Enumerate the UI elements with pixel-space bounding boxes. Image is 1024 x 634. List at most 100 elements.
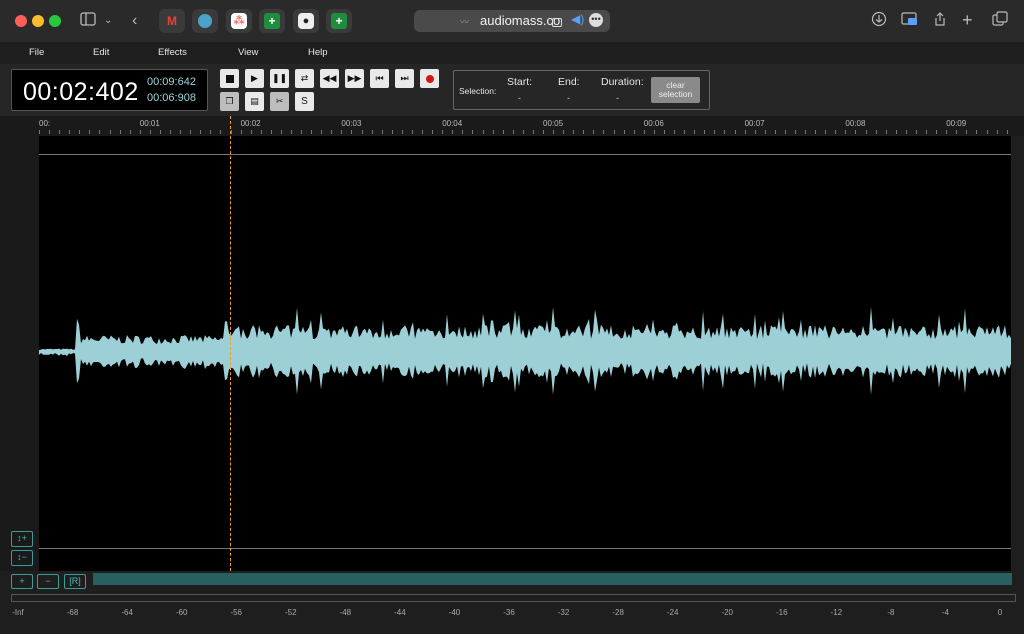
more-options-icon[interactable]: •••: [589, 13, 603, 27]
sidebar-icon[interactable]: [80, 11, 96, 31]
timeline-tick: [755, 130, 756, 134]
timeline-tick: [372, 130, 373, 134]
menu-edit[interactable]: Edit: [93, 47, 109, 58]
menu-file[interactable]: File: [29, 47, 44, 58]
zoom-out-button[interactable]: −: [37, 574, 59, 589]
pause-button[interactable]: ❚❚: [270, 69, 289, 88]
meter-label: -52: [284, 608, 297, 617]
timeline-tick: [785, 130, 786, 134]
scissors-icon: ✂: [275, 96, 284, 106]
time-ruler[interactable]: 00: 00:01 00:02 00:03 00:04 00:05 00:06 00:07 00…: [0, 116, 1024, 136]
waveform: [39, 306, 1011, 395]
download-icon[interactable]: [871, 11, 887, 32]
timeline-tick: [866, 130, 867, 134]
menu-help[interactable]: Help: [308, 47, 328, 58]
meter-label: -40: [448, 608, 461, 617]
record-button[interactable]: [420, 69, 439, 88]
stop-icon: [225, 74, 234, 83]
app-icon: [198, 14, 212, 28]
selection-panel: Selection: Start: - End: - Duration: - c…: [453, 70, 710, 110]
timeline-label: 00:02: [240, 119, 261, 128]
skip-to-end-button[interactable]: ⏭: [395, 69, 414, 88]
timeline-tick: [634, 130, 635, 134]
cut-button[interactable]: ✂: [270, 92, 289, 111]
picture-in-picture-icon[interactable]: [901, 11, 919, 32]
selection-start-label: Start:: [507, 76, 533, 88]
maximize-window-button[interactable]: [49, 15, 61, 27]
playhead-cursor[interactable]: [230, 116, 231, 571]
new-tab-icon[interactable]: +: [962, 11, 973, 29]
clear-selection-button[interactable]: clear selection: [651, 77, 700, 103]
tab-apple[interactable]: ●: [293, 9, 319, 33]
timeline-tick: [412, 130, 413, 134]
timeline-label: 00:03: [341, 119, 362, 128]
silence-button[interactable]: S: [295, 92, 314, 111]
timeline-tick: [59, 130, 60, 134]
browser-toolbar: ⌄ ‹ M ⁂ + ● + 〰 audiomass.co ◀) ••• +: [0, 0, 1024, 42]
timeline-tick: [341, 130, 342, 134]
timeline-tick: [99, 130, 100, 134]
stop-button[interactable]: [220, 69, 239, 88]
timeline-tick: [110, 130, 111, 134]
timeline-tick: [220, 130, 221, 134]
timeline-tick: [513, 130, 514, 134]
remaining-time: 00:06:908: [147, 92, 196, 104]
menu-view[interactable]: View: [238, 47, 258, 58]
timeline-tick: [301, 130, 302, 134]
zoom-in-vertical-button[interactable]: ↕+: [11, 531, 33, 547]
waveform-canvas[interactable]: [39, 136, 1011, 571]
zoom-out-vertical-button[interactable]: ↕−: [11, 550, 33, 566]
speaker-icon[interactable]: ◀): [571, 12, 584, 26]
timeline-tick: [462, 130, 463, 134]
reset-zoom-button[interactable]: [R]: [64, 574, 86, 589]
timeline-tick: [825, 130, 826, 134]
timeline-tick: [835, 130, 836, 134]
timeline-tick: [855, 130, 856, 134]
timeline-tick: [624, 130, 625, 134]
skip-to-start-button[interactable]: ⏮: [370, 69, 389, 88]
meter-label: -4: [941, 608, 949, 617]
timeline-tick: [745, 130, 746, 134]
meter-label: -Inf: [12, 608, 24, 617]
back-icon[interactable]: ‹: [132, 11, 137, 31]
timeline-label: 00:07: [744, 119, 765, 128]
timeline-label: 00:01: [139, 119, 160, 128]
zoom-in-button[interactable]: +: [11, 574, 33, 589]
loop-button[interactable]: ⇄: [295, 69, 314, 88]
copy-button[interactable]: ❐: [220, 92, 239, 111]
meter-label: -16: [775, 608, 788, 617]
tab-app[interactable]: [192, 9, 218, 33]
meter-label: -8: [887, 608, 895, 617]
meter-label: -28: [612, 608, 624, 617]
timeline-tick: [69, 130, 70, 134]
timeline-tick: [382, 130, 383, 134]
timeline-tick: [896, 130, 897, 134]
tab-overview-icon[interactable]: [992, 11, 1008, 32]
timeline-tick: [603, 130, 604, 134]
paste-button[interactable]: ▤: [245, 92, 264, 111]
tab-gmail[interactable]: M: [159, 9, 185, 33]
timeline-tick: [987, 130, 988, 134]
minimize-window-button[interactable]: [32, 15, 44, 27]
share-icon[interactable]: [932, 11, 948, 32]
play-button[interactable]: ▶: [245, 69, 264, 88]
meter-label: -60: [175, 608, 188, 617]
timeline-tick: [362, 130, 363, 134]
fast-forward-button[interactable]: ▶▶: [345, 69, 364, 88]
timeline-tick: [523, 130, 524, 134]
address-bar[interactable]: 〰 audiomass.co ◀) •••: [414, 10, 610, 32]
close-window-button[interactable]: [15, 15, 27, 27]
chevron-down-icon[interactable]: ⌄: [104, 11, 112, 31]
timeline-tick: [926, 130, 927, 134]
timeline-tick: [120, 130, 121, 134]
menu-effects[interactable]: Effects: [158, 47, 187, 58]
tab-asana[interactable]: ⁂: [226, 9, 252, 33]
lock-icon: [552, 18, 562, 27]
rewind-button[interactable]: ◀◀: [320, 69, 339, 88]
tab-sheets-2[interactable]: +: [326, 9, 352, 33]
timeline-tick: [876, 130, 877, 134]
timeline-tick: [775, 130, 776, 134]
timeline-tick: [704, 130, 705, 134]
tab-sheets[interactable]: +: [259, 9, 285, 33]
horizontal-scrollbar[interactable]: [93, 573, 1012, 585]
